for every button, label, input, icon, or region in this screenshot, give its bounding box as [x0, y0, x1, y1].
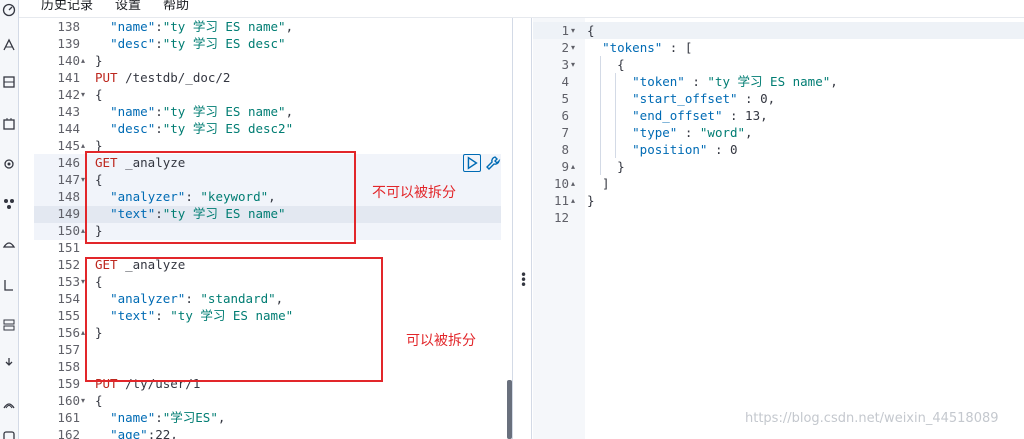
response-active-line [533, 22, 1024, 39]
discover-icon[interactable] [2, 38, 16, 52]
drag-handle-icon[interactable]: • • • [520, 269, 527, 291]
code-line: { [587, 57, 625, 72]
menu-help[interactable]: 帮助 [163, 0, 189, 13]
send-request-button[interactable] [463, 154, 481, 172]
line-number: 145 [57, 138, 80, 153]
pane-resizer[interactable]: • • • [512, 18, 532, 439]
dashboard-icon[interactable] [2, 3, 16, 17]
menu-history[interactable]: 历史记录 [41, 0, 93, 13]
canvas-icon[interactable] [2, 117, 16, 131]
line-number: 161 [57, 410, 80, 425]
line-number: 157 [57, 342, 80, 357]
fold-collapse-icon[interactable]: ▾ [81, 86, 91, 103]
code-line: "name":"ty 学习 ES name", [110, 104, 294, 119]
line-number: 162 [57, 427, 80, 439]
fold-expand-icon[interactable]: ▴ [571, 175, 581, 192]
line-number: 9 [561, 159, 569, 174]
line-number: 138 [57, 19, 80, 34]
code-line: { [95, 393, 103, 408]
fold-expand-icon[interactable]: ▴ [81, 52, 91, 69]
code-line: "age":22, [110, 427, 178, 439]
request-options-button[interactable] [485, 155, 501, 171]
line-number: 144 [57, 121, 80, 136]
code-line: ] [587, 176, 610, 191]
play-icon [467, 156, 478, 170]
ml-icon[interactable] [2, 197, 16, 211]
maps-icon[interactable] [2, 157, 16, 171]
line-number: 5 [561, 91, 569, 106]
fold-collapse-icon[interactable]: ▾ [571, 39, 581, 56]
code-line: "tokens" : [ [602, 40, 693, 55]
code-line: "type" : "word", [632, 125, 753, 140]
standard-request-box [85, 257, 383, 382]
console-menubar: 历史记录 设置 帮助 [19, 0, 1024, 18]
nav-sidebar [0, 0, 19, 439]
line-number: 151 [57, 240, 80, 255]
monitoring-icon[interactable] [2, 430, 16, 439]
line-number: 158 [57, 359, 80, 374]
visualize-icon[interactable] [2, 75, 16, 89]
apm-icon[interactable] [2, 318, 16, 332]
line-number: 140 [57, 53, 80, 68]
code-line: "desc":"ty 学习 ES desc2" [110, 121, 294, 136]
line-number: 149 [57, 206, 80, 221]
code-line: "end_offset" : 13, [632, 108, 768, 123]
line-number: 154 [57, 291, 80, 306]
line-number: 150 [57, 223, 80, 238]
devtools-icon[interactable] [2, 397, 16, 411]
line-number: 148 [57, 189, 80, 204]
code-line: "token" : "ty 学习 ES name", [632, 74, 838, 89]
infrastructure-icon[interactable] [2, 237, 16, 251]
uptime-icon[interactable] [2, 357, 16, 371]
code-line: "start_offset" : 0, [632, 91, 776, 106]
line-number: 155 [57, 308, 80, 323]
watermark-text: https://blog.csdn.net/weixin_44518089 [745, 411, 999, 426]
line-number: 1 [561, 23, 569, 38]
line-number: 8 [561, 142, 569, 157]
code-line: { [95, 87, 103, 102]
response-output[interactable]: 1 ▾{2 ▾ "tokens" : [3 ▾ {4 "token" : "ty 学习… [533, 18, 1024, 439]
line-number: 11 [553, 193, 569, 208]
code-line: } [587, 193, 595, 208]
line-number: 147 [57, 172, 80, 187]
line-number: 141 [57, 70, 80, 85]
line-number: 4 [561, 74, 569, 89]
line-number: 142 [57, 87, 80, 102]
line-number: 143 [57, 104, 80, 119]
fold-collapse-icon[interactable]: ▾ [571, 22, 581, 39]
wrench-icon [486, 156, 501, 170]
annotation-split: 可以被拆分 [406, 333, 476, 349]
line-number: 2 [561, 40, 569, 55]
line-number: 3 [561, 57, 569, 72]
code-line: PUT /testdb/_doc/2 [95, 70, 231, 85]
line-number: 159 [57, 376, 80, 391]
code-line: "name":"ty 学习 ES name", [110, 19, 294, 34]
line-number: 146 [57, 155, 80, 170]
line-number: 6 [561, 108, 569, 123]
code-line: "desc":"ty 学习 ES desc" [110, 36, 286, 51]
annotation-not-split: 不可以被拆分 [372, 185, 456, 201]
line-number: 7 [561, 125, 569, 140]
fold-collapse-icon[interactable]: ▾ [571, 56, 581, 73]
code-line: "name":"学习ES", [110, 410, 226, 425]
logs-icon[interactable] [2, 278, 16, 292]
code-line: } [587, 159, 625, 174]
line-number: 160 [57, 393, 80, 408]
line-number: 152 [57, 257, 80, 272]
line-number: 139 [57, 36, 80, 51]
line-number: 12 [553, 210, 569, 225]
code-line: "position" : 0 [632, 142, 738, 157]
line-number: 153 [57, 274, 80, 289]
code-line: } [95, 53, 103, 68]
line-number: 156 [57, 325, 80, 340]
fold-expand-icon[interactable]: ▴ [571, 158, 581, 175]
fold-collapse-icon[interactable]: ▾ [81, 392, 91, 409]
menu-settings[interactable]: 设置 [115, 0, 141, 13]
code-line: { [587, 23, 595, 38]
keyword-request-box [85, 151, 356, 244]
line-number: 10 [553, 176, 569, 191]
fold-expand-icon[interactable]: ▴ [571, 192, 581, 209]
